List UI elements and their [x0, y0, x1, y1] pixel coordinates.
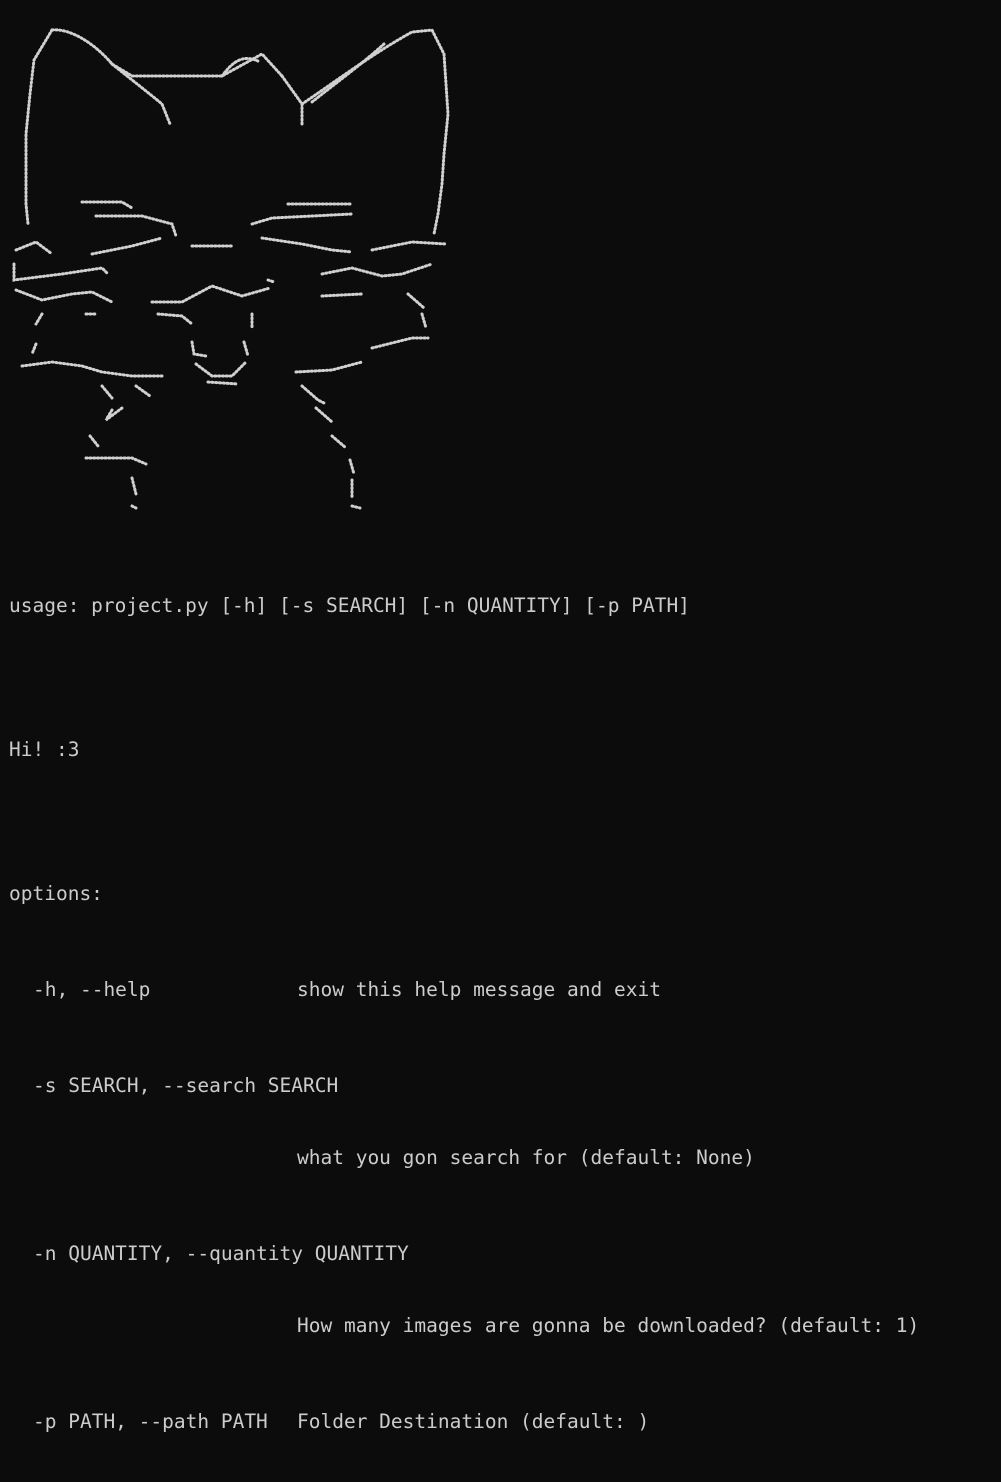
- cat-ascii-art: [12, 24, 472, 514]
- help-output: usage: project.py [-h] [-s SEARCH] [-n Q…: [9, 546, 919, 1482]
- terminal-window[interactable]: usage: project.py [-h] [-s SEARCH] [-n Q…: [0, 0, 1001, 1433]
- usage-line: usage: project.py [-h] [-s SEARCH] [-n Q…: [9, 594, 690, 617]
- option-search-desc: what you gon search for (default: None): [9, 1146, 755, 1170]
- option-search: -s SEARCH, --search SEARCH: [9, 1074, 690, 1098]
- option-description: How many images are gonna be downloaded?…: [297, 1314, 920, 1337]
- option-flags: -n QUANTITY, --quantity QUANTITY: [33, 1242, 409, 1265]
- option-quantity-desc: How many images are gonna be downloaded?…: [9, 1314, 919, 1338]
- option-flags: -p PATH, --path PATH: [33, 1410, 268, 1433]
- option-description: what you gon search for (default: None): [297, 1146, 755, 1169]
- option-flags: -s SEARCH, --search SEARCH: [33, 1074, 339, 1097]
- option-path: -p PATH, --path PATH Folder Destination (…: [9, 1410, 690, 1434]
- option-description: Folder Destination (default: ): [297, 1410, 650, 1433]
- option-quantity: -n QUANTITY, --quantity QUANTITY: [9, 1242, 690, 1266]
- options-header: options:: [9, 882, 103, 905]
- description-text: Hi! :3: [9, 738, 80, 761]
- braille-drawing: [12, 28, 450, 510]
- option-help: -h, --help show this help message and exi…: [9, 978, 690, 1002]
- option-description: show this help message and exit: [297, 978, 661, 1001]
- option-flags: -h, --help: [33, 978, 151, 1001]
